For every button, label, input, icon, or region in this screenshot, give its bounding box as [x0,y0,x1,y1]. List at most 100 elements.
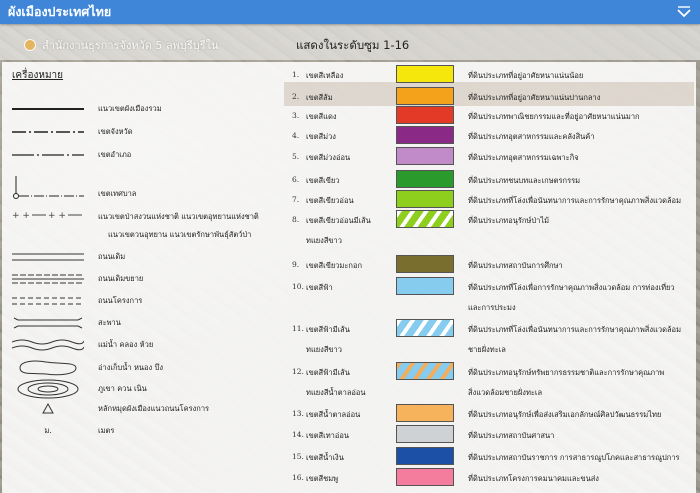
zone-name: เขตสีเขียว [306,176,340,185]
meter-text: ม. [12,424,84,438]
zone-description-line2: และการประมง [468,303,516,312]
zone-number: 6. [292,175,300,184]
zone-number: 3. [292,111,300,120]
legend-symbol-row: หลักหมุดผังเมืองแนวถนนโครงการ [12,402,272,416]
zoom-level-note: แสดงในระดับซูม 1-16 [296,38,410,52]
zone-color-swatch [396,319,454,337]
legend-symbol-label: อ่างเก็บน้ำ หนอง บึง [98,363,164,372]
legend-symbol-label: แนวเขตป่าสงวนแห่งชาติ แนวเขตอุทยานแห่งชา… [98,212,259,221]
zone-name: เขตสีฟ้ามีเส้น [306,368,350,377]
legend-symbol-row: เขตอำเภอ [12,148,272,162]
zone-row: 12. เขตสีฟ้ามีเส้น ทแยงสีน้ำตาลอ่อน ที่ดินป… [284,362,694,397]
legend-symbol-label: แนวเขตผังเมืองรวม [98,104,162,113]
zone-color-swatch [396,447,454,465]
legend-symbol-row: เขตเทศบาล [12,174,272,202]
zone-color-swatch [396,210,454,228]
zone-number: 8. [292,215,300,224]
zone-row: 15. เขตสีน้ำเงิน ที่ดินประเภทสถาบันราชการ … [284,447,694,467]
zone-name: เขตสีฟ้า [306,283,333,292]
legend-symbol-row: ม. เมตร [12,424,272,438]
zone-description: ที่ดินประเภทสถาบันศาสนา [468,431,555,440]
symbol-legend: เครื่องหมาย แนวเขตผังเมืองรวม เขตจังหวัด… [2,62,272,493]
legend-symbol-row: ถนนเดิมขยาย [12,272,272,286]
office-label: สำนักงานธุรการจังหวัด 5 ลพบุรีบุรีใน [24,36,219,54]
zone-name: เขตสีชมพู [306,474,339,483]
legend-symbol-label: เมตร [98,426,115,435]
zone-number: 7. [292,195,300,204]
zone-row: 14. เขตสีเทาอ่อน ที่ดินประเภทสถาบันศาสนา [284,425,694,445]
plus-dash-line-icon: + + + + [12,208,84,222]
zone-name-line2: ทแยงสีน้ำตาลอ่อน [306,388,366,397]
zone-number: 9. [292,260,300,269]
zone-description: ที่ดินประเภทโครงการคมนาคมและขนส่ง [468,474,599,483]
zone-color-swatch [396,425,454,443]
zone-description: ที่ดินประเภทพาณิชยกรรมและที่อยู่อาศัยหนา… [468,112,640,121]
zone-description: ที่ดินประเภทอุตสาหกรรมและคลังสินค้า [468,132,595,141]
zone-row: 13. เขตสีน้ำตาลอ่อน ที่ดินประเภทอนุรักษ์เพ… [284,404,694,424]
zone-legend: 1. เขตสีเหลือง ที่ดินประเภทที่อยู่อาศัยหนา… [284,62,694,493]
long-dash-line-icon [12,148,84,162]
zone-description: ที่ดินประเภทที่โล่งเพื่อการรักษาคุณภาพสิ… [468,283,675,292]
zone-color-swatch [396,126,454,144]
reservoir-icon [12,358,84,378]
zone-name: เขตสีเหลือง [306,71,344,80]
zone-number: 1. [292,70,300,79]
panel-title: ผังเมืองประเทศไทย [8,4,112,19]
legend-symbol-row: เขตจังหวัด [12,125,272,139]
mountain-icon [12,378,84,400]
legend-symbol-row: สะพาน [12,316,272,330]
zone-description: ที่ดินประเภทอนุรักษ์ป่าไม้ [468,216,550,225]
legend-symbol-row: ถนนเดิม [12,250,272,264]
zone-row: 16. เขตสีชมพู ที่ดินประเภทโครงการคมนาคมและ… [284,468,694,488]
zone-name: เขตสีเขียวมะกอก [306,261,362,270]
zone-row: 5. เขตสีม่วงอ่อน ที่ดินประเภทอุตสาหกรรมเฉพ… [284,147,694,167]
zone-description: ที่ดินประเภทอนุรักษ์ทรัพยากรธรรมชาติและก… [468,368,665,377]
zone-name: เขตสีเขียวอ่อนมีเส้น [306,216,371,225]
zone-row: 9. เขตสีเขียวมะกอก ที่ดินประเภทสถาบันการศึ… [284,255,694,275]
zone-name: เขตสีแดง [306,112,337,121]
office-text: สำนักงานธุรการจังหวัด 5 ลพบุรีบุรีใน [42,39,219,52]
zone-number: 4. [292,131,300,140]
zone-row: 3. เขตสีแดง ที่ดินประเภทพาณิชยกรรมและที่อย… [284,106,694,126]
legend-panel: เครื่องหมาย แนวเขตผังเมืองรวม เขตจังหวัด… [2,62,696,493]
zone-number: 14. [292,430,304,439]
double-line-icon [12,250,84,264]
zone-description-line2: สิ่งแวดล้อมชายฝั่งทะเล [468,388,543,397]
triangle-marker-icon [12,402,84,416]
zone-name: เขตสีน้ำเงิน [306,453,344,462]
municipal-line-icon [12,174,84,202]
legend-symbol-label: ถนนเดิมขยาย [98,274,144,283]
zone-name: เขตสีเขียวอ่อน [306,196,354,205]
zone-color-swatch [396,404,454,422]
chevron-down-icon[interactable] [676,5,692,19]
legend-symbol-label: ภูเขา ควน เนิน [98,384,147,393]
zone-color-swatch [396,65,454,83]
zone-number: 13. [292,409,304,418]
legend-symbol-label: เขตจังหวัด [98,127,133,136]
zone-number: 10. [292,282,304,291]
zone-description: ที่ดินประเภทอุตสาหกรรมเฉพาะกิจ [468,153,579,162]
legend-symbol-label-2: แนวเขตวนอุทยาน แนวเขตรักษาพันธุ์สัตว์ป่า [108,230,252,239]
legend-symbol-label: แม่น้ำ คลอง ห้วย [98,340,154,349]
legend-symbol-label: เขตเทศบาล [98,189,137,198]
zone-row: 10. เขตสีฟ้า ที่ดินประเภทที่โล่งเพื่อการรั… [284,277,694,312]
zone-row: 6. เขตสีเขียว ที่ดินประเภทชนบทและเกษตรกรรม [284,170,694,190]
zone-name: เขตสีน้ำตาลอ่อน [306,410,361,419]
zone-description: ที่ดินประเภทที่โล่งเพื่อนันทนาการและการร… [468,196,682,205]
zone-name: เขตสีส้ม [306,93,333,102]
zone-color-swatch [396,106,454,124]
zone-row: 1. เขตสีเหลือง ที่ดินประเภทที่อยู่อาศัยหนา… [284,65,694,85]
zone-number: 15. [292,452,304,461]
legend-symbol-label: เขตอำเภอ [98,150,132,159]
thick-line-icon [12,102,84,116]
legend-symbol-label: สะพาน [98,318,121,327]
svg-text:+ +: + + [48,211,66,221]
panel-header[interactable]: ผังเมืองประเทศไทย [0,0,700,24]
zone-description: ที่ดินประเภทที่อยู่อาศัยหนาแน่นน้อย [468,71,584,80]
zone-name-line2: ทแยงสีขาว [306,236,342,245]
zone-row: 11. เขตสีฟ้ามีเส้น ทแยงสีขาว ที่ดินประเภทที… [284,319,694,354]
legend-symbol-row: อ่างเก็บน้ำ หนอง บึง [12,358,272,378]
zone-description: ที่ดินประเภทอนุรักษ์เพื่อส่งเสริมเอกลักษ… [468,410,662,419]
legend-heading: เครื่องหมาย [12,70,64,81]
zone-color-swatch [396,147,454,165]
